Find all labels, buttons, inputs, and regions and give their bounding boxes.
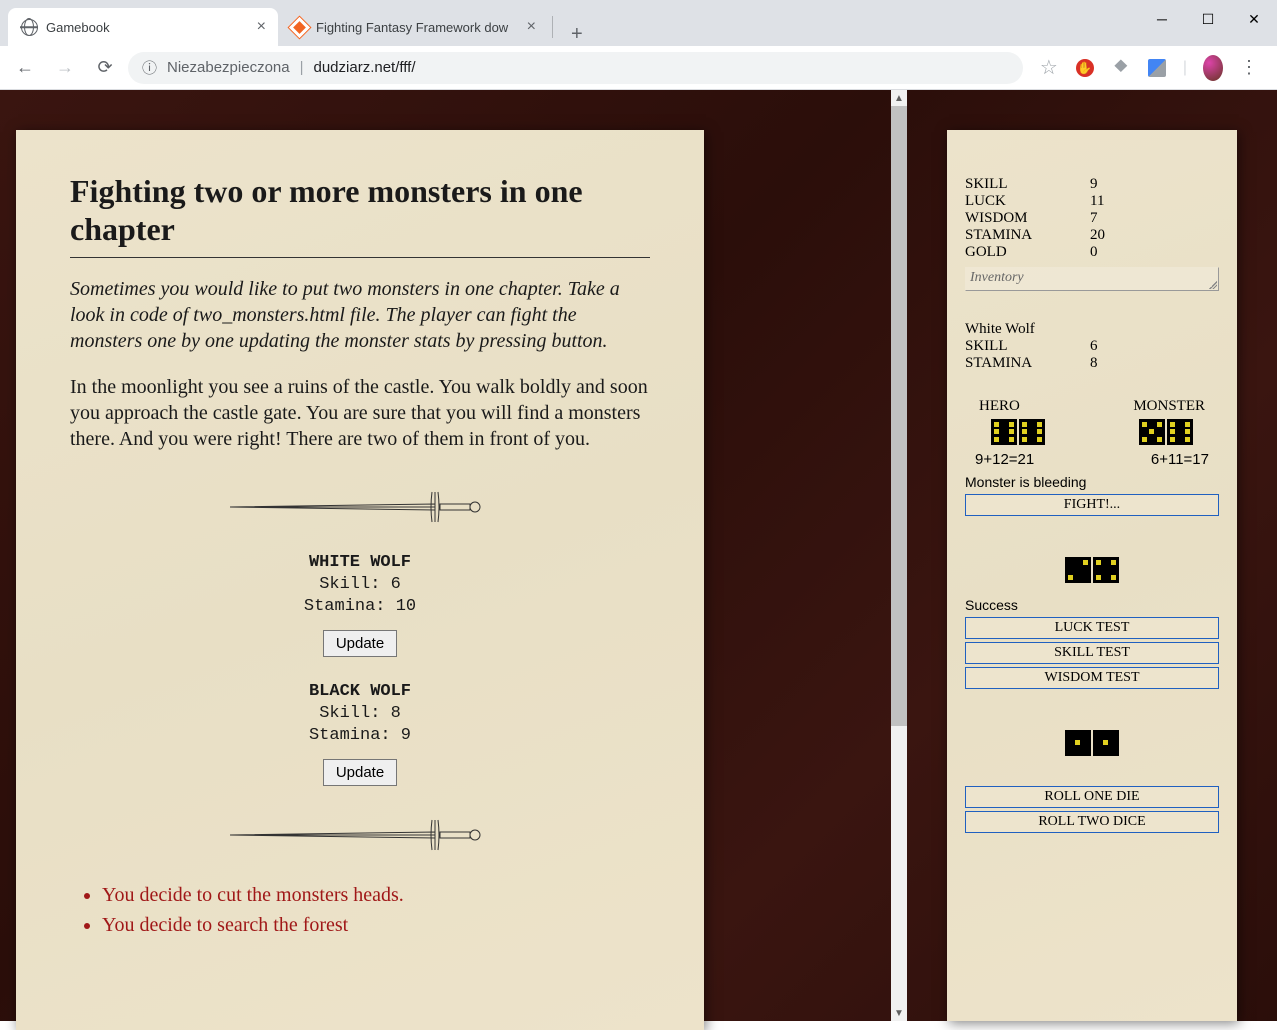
combat-header: HERO MONSTER bbox=[965, 398, 1219, 415]
luck-test-button[interactable]: LUCK TEST bbox=[965, 617, 1219, 639]
close-icon[interactable]: × bbox=[527, 18, 536, 36]
choice-list: You decide to cut the monsters heads. Yo… bbox=[70, 880, 650, 940]
roll-dice bbox=[965, 730, 1219, 756]
menu-icon[interactable]: ⋮ bbox=[1239, 58, 1259, 78]
page-content: Fighting two or more monsters in one cha… bbox=[0, 90, 1277, 1021]
monster-2: BLACK WOLF Skill: 8 Stamina: 9 bbox=[70, 681, 650, 747]
skill-test-button[interactable]: SKILL TEST bbox=[965, 642, 1219, 664]
die-icon bbox=[1065, 730, 1091, 756]
stat-gold: GOLD0 bbox=[965, 244, 1219, 261]
star-icon[interactable]: ☆ bbox=[1039, 58, 1059, 78]
chapter-title: Fighting two or more monsters in one cha… bbox=[70, 172, 650, 258]
maximize-button[interactable]: ☐ bbox=[1185, 0, 1231, 38]
choice-link[interactable]: You decide to cut the monsters heads. bbox=[102, 880, 650, 910]
combat-status: Monster is bleeding bbox=[965, 474, 1219, 490]
security-label: Niezabezpieczona bbox=[167, 59, 290, 76]
update-button-1[interactable]: Update bbox=[323, 630, 397, 657]
monster-1: WHITE WOLF Skill: 6 Stamina: 10 bbox=[70, 552, 650, 618]
die-icon bbox=[1093, 730, 1119, 756]
scroll-thumb[interactable] bbox=[891, 106, 907, 726]
stat-stamina: STAMINA20 bbox=[965, 227, 1219, 244]
monster-stamina: Stamina: 10 bbox=[70, 596, 650, 618]
wisdom-test-button[interactable]: WISDOM TEST bbox=[965, 667, 1219, 689]
luck-dice bbox=[965, 557, 1219, 583]
update-button-2[interactable]: Update bbox=[323, 759, 397, 786]
fight-button[interactable]: FIGHT!... bbox=[965, 494, 1219, 516]
stats-panel: SKILL9 LUCK11 WISDOM7 STAMINA20 GOLD0 In… bbox=[907, 90, 1277, 1021]
stat-luck: LUCK11 bbox=[965, 193, 1219, 210]
main-panel: Fighting two or more monsters in one cha… bbox=[0, 90, 907, 1021]
dropbox-icon[interactable]: ⯁ bbox=[1111, 58, 1131, 78]
sourceforge-icon bbox=[290, 18, 308, 36]
die-icon bbox=[1167, 419, 1193, 445]
info-icon: ⓘ bbox=[142, 57, 157, 78]
inventory-input[interactable]: Inventory bbox=[965, 267, 1219, 291]
tab-title: Fighting Fantasy Framework dow bbox=[316, 20, 519, 35]
die-icon bbox=[1093, 557, 1119, 583]
monster-skill: Skill: 6 bbox=[70, 574, 650, 596]
address-bar: ← → ⟳ ⓘ Niezabezpieczona | dudziarz.net/… bbox=[0, 46, 1277, 90]
tab-active[interactable]: Gamebook × bbox=[8, 8, 278, 46]
stat-wisdom: WISDOM7 bbox=[965, 210, 1219, 227]
story-text: In the moonlight you see a ruins of the … bbox=[70, 374, 650, 452]
back-button[interactable]: ← bbox=[8, 51, 42, 85]
stats-parchment: SKILL9 LUCK11 WISDOM7 STAMINA20 GOLD0 In… bbox=[947, 130, 1237, 1021]
extension-icons: ☆ ✋ ⯁ | ⋮ bbox=[1029, 58, 1269, 78]
new-tab-button[interactable]: + bbox=[557, 23, 597, 46]
luck-status: Success bbox=[965, 597, 1219, 613]
forward-button[interactable]: → bbox=[48, 51, 82, 85]
close-icon[interactable]: × bbox=[257, 18, 266, 36]
globe-icon bbox=[20, 18, 38, 36]
tab-title: Gamebook bbox=[46, 20, 249, 35]
reload-button[interactable]: ⟳ bbox=[88, 51, 122, 85]
translate-icon[interactable] bbox=[1147, 58, 1167, 78]
url-input[interactable]: ⓘ Niezabezpieczona | dudziarz.net/fff/ bbox=[128, 52, 1023, 84]
combat-dice bbox=[965, 415, 1219, 445]
die-icon bbox=[1139, 419, 1165, 445]
browser-chrome: Gamebook × Fighting Fantasy Framework do… bbox=[0, 0, 1277, 90]
scroll-up-icon[interactable]: ▲ bbox=[891, 90, 907, 106]
close-window-button[interactable]: ✕ bbox=[1231, 0, 1277, 38]
stat-skill: SKILL9 bbox=[965, 176, 1219, 193]
url-text: dudziarz.net/fff/ bbox=[314, 59, 416, 76]
sword-divider-icon bbox=[70, 810, 650, 860]
monster-name: WHITE WOLF bbox=[70, 552, 650, 574]
enemy-name: White Wolf bbox=[965, 321, 1219, 338]
tab-bar: Gamebook × Fighting Fantasy Framework do… bbox=[0, 0, 1277, 46]
roll-one-button[interactable]: ROLL ONE DIE bbox=[965, 786, 1219, 808]
window-controls: ─ ☐ ✕ bbox=[1139, 0, 1277, 38]
die-icon bbox=[991, 419, 1017, 445]
enemy-skill: SKILL6 bbox=[965, 338, 1219, 355]
die-icon bbox=[1019, 419, 1045, 445]
tab-inactive[interactable]: Fighting Fantasy Framework dow × bbox=[278, 8, 548, 46]
intro-text: Sometimes you would like to put two mons… bbox=[70, 276, 650, 354]
monster-name: BLACK WOLF bbox=[70, 681, 650, 703]
die-icon bbox=[1065, 557, 1091, 583]
enemy-stamina: STAMINA8 bbox=[965, 355, 1219, 372]
combat-calc: 9+12=21 6+11=17 bbox=[965, 445, 1219, 470]
adblock-icon[interactable]: ✋ bbox=[1075, 58, 1095, 78]
scrollbar[interactable]: ▲ ▼ bbox=[891, 90, 907, 1021]
choice-link[interactable]: You decide to search the forest bbox=[102, 910, 650, 940]
profile-avatar[interactable] bbox=[1203, 58, 1223, 78]
sword-divider-icon bbox=[70, 482, 650, 532]
scroll-down-icon[interactable]: ▼ bbox=[891, 1005, 907, 1021]
story-parchment: Fighting two or more monsters in one cha… bbox=[16, 130, 704, 1030]
minimize-button[interactable]: ─ bbox=[1139, 0, 1185, 38]
monster-skill: Skill: 8 bbox=[70, 703, 650, 725]
monster-stamina: Stamina: 9 bbox=[70, 725, 650, 747]
roll-two-button[interactable]: ROLL TWO DICE bbox=[965, 811, 1219, 833]
